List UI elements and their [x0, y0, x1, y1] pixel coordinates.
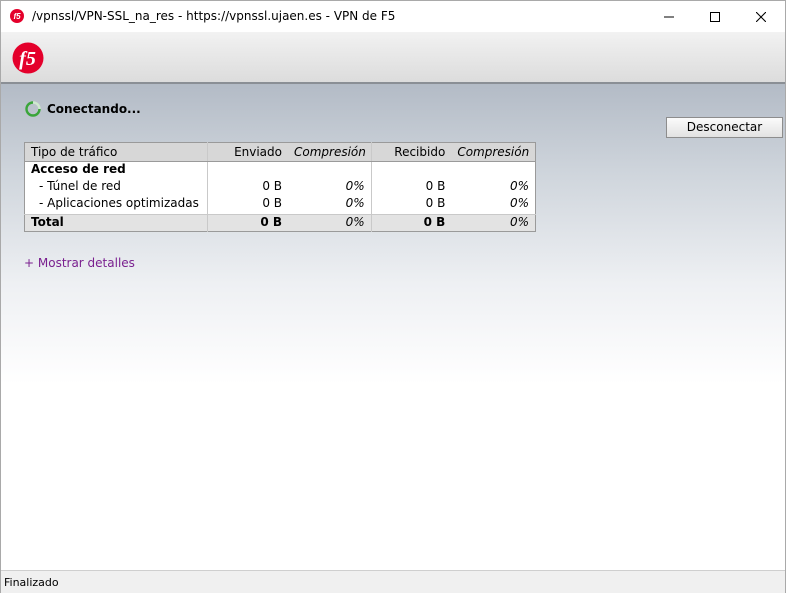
total-label: Total — [24, 214, 208, 232]
col-header-sent: Enviado — [207, 142, 288, 162]
empty-cell — [288, 162, 371, 180]
disconnect-button[interactable]: Desconectar — [666, 117, 783, 138]
title-bar: f5 /vpnssl/VPN-SSL_na_res - https://vpns… — [1, 1, 785, 32]
row-name: - Aplicaciones optimizadas — [39, 196, 199, 210]
row-sent-compression: 0% — [345, 179, 365, 193]
row-sent: 0 B — [207, 196, 288, 215]
main-content: Conectando... Desconectar Tipo de tráfic… — [1, 84, 785, 570]
status-bar: Finalizado — [1, 570, 785, 593]
total-received: 0 B — [370, 214, 452, 232]
table-header-row: Tipo de tráfico Enviado Compresión Recib… — [24, 142, 536, 162]
col-header-received-compression: Compresión — [451, 142, 536, 162]
row-received-compression: 0% — [509, 196, 529, 210]
row-name: - Túnel de red — [39, 179, 121, 193]
empty-cell — [207, 161, 288, 179]
status-bar-text: Finalizado — [4, 576, 59, 589]
col-header-sent-compression: Compresión — [288, 142, 372, 162]
minimize-icon — [664, 16, 674, 17]
row-sent-compression: 0% — [345, 196, 365, 210]
minimize-button[interactable] — [646, 1, 692, 32]
close-icon — [756, 11, 766, 22]
maximize-button[interactable] — [692, 1, 738, 32]
traffic-table: Tipo de tráfico Enviado Compresión Recib… — [24, 142, 536, 232]
col-header-type: Tipo de tráfico — [24, 142, 208, 162]
empty-cell — [451, 162, 535, 180]
f5-logo: f5 — [12, 42, 44, 74]
window-title: /vpnssl/VPN-SSL_na_res - https://vpnssl.… — [32, 9, 396, 23]
vpn-window: f5 /vpnssl/VPN-SSL_na_res - https://vpns… — [0, 0, 786, 593]
row-received: 0 B — [370, 196, 452, 215]
total-sent: 0 B — [207, 214, 288, 232]
col-header-received: Recibido — [370, 142, 452, 162]
table-row: - Aplicaciones optimizadas 0 B 0% 0 B 0% — [25, 196, 536, 215]
svg-text:f5: f5 — [19, 48, 36, 70]
table-section-row: Acceso de red — [25, 161, 536, 180]
row-sent: 0 B — [207, 179, 288, 196]
svg-text:f5: f5 — [13, 12, 21, 21]
close-button[interactable] — [738, 1, 784, 32]
maximize-icon — [710, 11, 720, 22]
app-header: f5 — [1, 32, 785, 84]
f5-app-icon: f5 — [10, 9, 24, 23]
connection-status: Conectando... — [47, 102, 141, 116]
section-label: Acceso de red — [31, 162, 126, 176]
row-received: 0 B — [370, 179, 452, 196]
show-details-link[interactable]: + Mostrar detalles — [24, 256, 135, 270]
row-received-compression: 0% — [509, 179, 529, 193]
total-received-compression: 0% — [451, 214, 536, 232]
empty-cell — [370, 161, 452, 179]
loading-spinner-icon — [25, 101, 41, 117]
total-sent-compression: 0% — [288, 214, 372, 232]
table-total-row: Total 0 B 0% 0 B 0% — [24, 214, 536, 232]
table-row: - Túnel de red 0 B 0% 0 B 0% — [25, 179, 536, 196]
